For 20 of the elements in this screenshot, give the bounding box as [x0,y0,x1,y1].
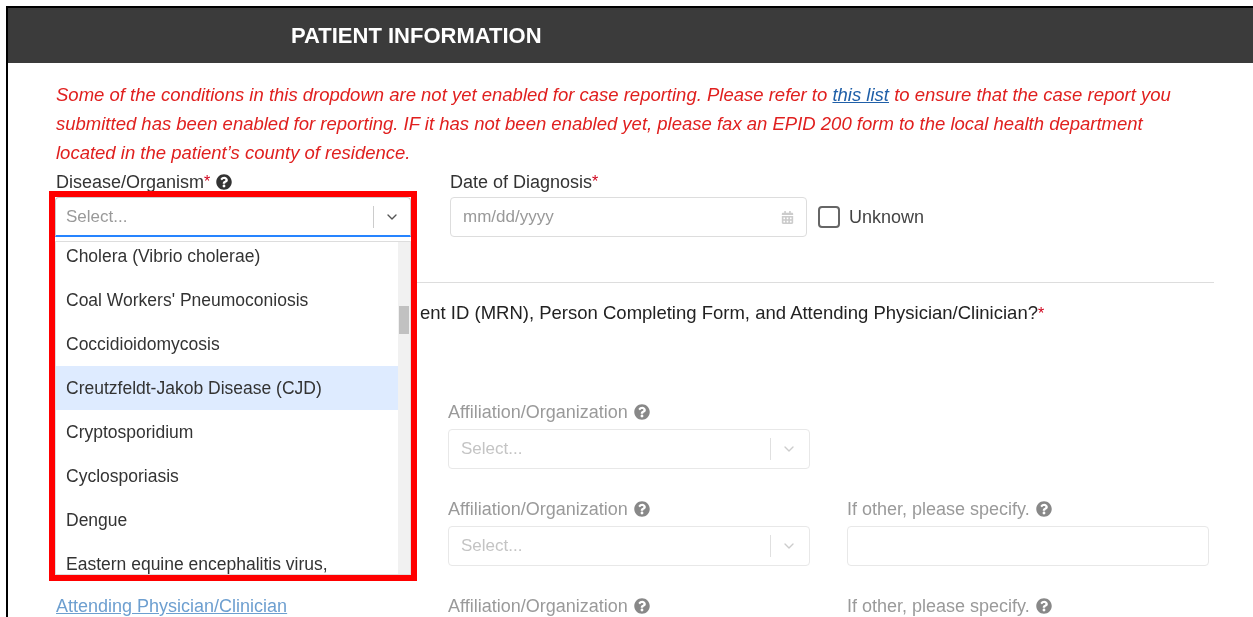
checkbox-label: Unknown [849,205,925,229]
section-title: PATIENT INFORMATION [291,22,542,50]
field-label: Affiliation/Organization [448,595,628,617]
calendar-icon [781,210,794,224]
dropdown-option[interactable]: Creutzfeldt-Jakob Disease (CJD) [56,366,398,410]
question-text: ent ID (MRN), Person Completing Form, and Attending Physician/Clinician? [420,302,1038,323]
scrollbar[interactable] [398,242,410,574]
field-label: Affiliation/Organization [448,498,628,520]
field-label: Disease/Organism [56,171,205,193]
field-label: If other, please specify. [847,498,1030,520]
required-mark: * [592,172,599,190]
field-label: If other, please specify. [847,595,1030,617]
list-link[interactable]: this list [832,84,889,105]
help-icon[interactable] [216,174,233,190]
field-label: Affiliation/Organization [448,401,628,423]
required-mark: * [1037,305,1045,322]
notice-text: Some of the conditions in this dropdown are not yet enabled for case reporting. Please refer to this list to ensure that the case report you submitted has been enabled for reporting. IF it has not been enabled yet, please fax an EPID 200 form to the local health department located in the patient’s county of residence. [56,83,1172,165]
field-label: Date of Diagnosis [450,171,593,193]
required-mark: * [204,172,211,190]
unknown-checkbox[interactable] [818,206,840,228]
